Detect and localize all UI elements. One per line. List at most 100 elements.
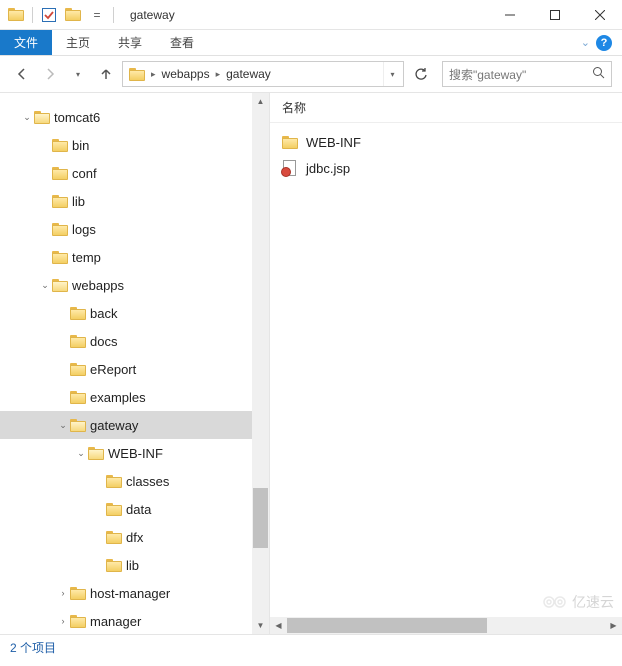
tree-node[interactable]: temp xyxy=(0,243,269,271)
tree-node[interactable]: conf xyxy=(0,159,269,187)
tree-node[interactable]: lib xyxy=(0,551,269,579)
expand-toggle-icon[interactable]: ⌄ xyxy=(38,280,52,291)
tree-node-label: docs xyxy=(86,334,117,349)
list-item[interactable]: jdbc.jsp xyxy=(274,155,618,181)
tree-node[interactable]: lib xyxy=(0,187,269,215)
tree-node-label: dfx xyxy=(122,530,143,545)
tree-node[interactable]: ⌄ WEB-INF xyxy=(0,439,269,467)
scroll-right-icon[interactable]: ▶ xyxy=(605,621,622,630)
column-header-name[interactable]: 名称 xyxy=(270,93,622,123)
refresh-button[interactable] xyxy=(408,61,434,87)
chevron-down-icon[interactable]: ⌄ xyxy=(581,36,590,49)
list-item[interactable]: WEB-INF xyxy=(274,129,618,155)
address-dropdown[interactable]: ▾ xyxy=(383,62,401,86)
tree-node[interactable]: logs xyxy=(0,215,269,243)
qat-dropdown-icon[interactable]: = xyxy=(87,5,107,25)
search-placeholder: 搜索"gateway" xyxy=(449,66,526,83)
tree-node[interactable]: ⌄ tomcat6 xyxy=(0,103,269,131)
tab-home[interactable]: 主页 xyxy=(52,30,104,55)
folder-icon xyxy=(70,391,86,404)
item-name: jdbc.jsp xyxy=(306,161,350,176)
folder-icon xyxy=(52,279,68,292)
ribbon: 文件 主页 共享 查看 ⌄ ? xyxy=(0,30,622,56)
scroll-up-icon[interactable]: ▲ xyxy=(252,93,269,110)
tree-node[interactable]: data xyxy=(0,495,269,523)
content-pane: 名称 WEB-INFjdbc.jsp ◀ ▶ 亿速云 xyxy=(270,93,622,634)
quick-access-toolbar: = xyxy=(0,5,122,25)
tree-node[interactable]: classes xyxy=(0,467,269,495)
tree-node-label: examples xyxy=(86,390,146,405)
separator xyxy=(113,7,114,23)
chevron-right-icon[interactable]: ▸ xyxy=(216,69,221,80)
scroll-down-icon[interactable]: ▼ xyxy=(252,617,269,634)
tree-node-label: classes xyxy=(122,474,169,489)
horizontal-scrollbar[interactable]: ◀ ▶ xyxy=(270,617,622,634)
tree-node-label: eReport xyxy=(86,362,136,377)
folder-icon xyxy=(70,363,86,376)
expand-toggle-icon[interactable]: ⌄ xyxy=(56,420,70,431)
tree-node[interactable]: bin xyxy=(0,131,269,159)
search-icon xyxy=(592,66,605,82)
folder-icon xyxy=(6,5,26,25)
tab-view[interactable]: 查看 xyxy=(156,30,208,55)
folder-icon xyxy=(52,195,68,208)
close-button[interactable] xyxy=(577,0,622,30)
tree-node-label: conf xyxy=(68,166,97,181)
tree-node-label: manager xyxy=(86,614,141,629)
tree-node-label: WEB-INF xyxy=(104,446,163,461)
scroll-thumb[interactable] xyxy=(253,488,268,548)
tree-node[interactable]: back xyxy=(0,299,269,327)
address-bar[interactable]: ▸ webapps ▸ gateway ▾ xyxy=(122,61,404,87)
expand-toggle-icon[interactable]: › xyxy=(56,616,70,626)
scroll-left-icon[interactable]: ◀ xyxy=(270,621,287,630)
tree-node-label: temp xyxy=(68,250,101,265)
breadcrumb[interactable]: gateway xyxy=(222,62,275,86)
folder-icon xyxy=(52,167,68,180)
tree-node[interactable]: ›host-manager xyxy=(0,579,269,607)
folder-icon xyxy=(70,307,86,320)
folder-icon xyxy=(70,587,86,600)
chevron-right-icon[interactable]: ▸ xyxy=(151,69,156,80)
help-icon[interactable]: ? xyxy=(596,35,612,51)
folder-icon xyxy=(70,419,86,432)
back-button[interactable] xyxy=(10,62,34,86)
tab-file[interactable]: 文件 xyxy=(0,30,52,55)
explorer-body: ⌄ tomcat6 bin conf lib logs temp ⌄ webapps back do… xyxy=(0,92,622,634)
tree-node-label: lib xyxy=(68,194,85,209)
folder-icon xyxy=(52,223,68,236)
properties-checkbox-icon[interactable] xyxy=(39,5,59,25)
folder-icon xyxy=(106,559,122,572)
tree-node-label: data xyxy=(122,502,151,517)
expand-toggle-icon[interactable]: ⌄ xyxy=(74,448,88,459)
maximize-button[interactable] xyxy=(532,0,577,30)
tab-share[interactable]: 共享 xyxy=(104,30,156,55)
separator xyxy=(32,7,33,23)
tree-node[interactable]: docs xyxy=(0,327,269,355)
minimize-button[interactable] xyxy=(487,0,532,30)
vertical-scrollbar[interactable]: ▲ ▼ xyxy=(252,93,269,634)
breadcrumb[interactable]: webapps xyxy=(158,62,214,86)
tree-node[interactable]: eReport xyxy=(0,355,269,383)
search-input[interactable]: 搜索"gateway" xyxy=(442,61,612,87)
folder-icon xyxy=(106,531,122,544)
item-count: 2 个项目 xyxy=(10,639,56,656)
expand-toggle-icon[interactable]: › xyxy=(56,588,70,598)
status-bar: 2 个项目 xyxy=(0,634,622,660)
forward-button[interactable] xyxy=(38,62,62,86)
tree-node[interactable]: ⌄gateway xyxy=(0,411,269,439)
tree-node[interactable]: dfx xyxy=(0,523,269,551)
scroll-thumb[interactable] xyxy=(287,618,487,633)
expand-toggle-icon[interactable]: ⌄ xyxy=(20,112,34,123)
tree-node[interactable]: › manager xyxy=(0,607,269,634)
tree-node-label: webapps xyxy=(68,278,124,293)
item-name: WEB-INF xyxy=(306,135,361,150)
jsp-file-icon xyxy=(282,160,298,176)
folder-icon xyxy=(70,615,86,628)
recent-dropdown[interactable]: ▾ xyxy=(66,62,90,86)
tree-node[interactable]: ⌄ webapps xyxy=(0,271,269,299)
tree-node[interactable]: examples xyxy=(0,383,269,411)
folder-icon xyxy=(52,139,68,152)
tree-node-label: logs xyxy=(68,222,96,237)
up-button[interactable] xyxy=(94,62,118,86)
tree-node-label: tomcat6 xyxy=(50,110,100,125)
